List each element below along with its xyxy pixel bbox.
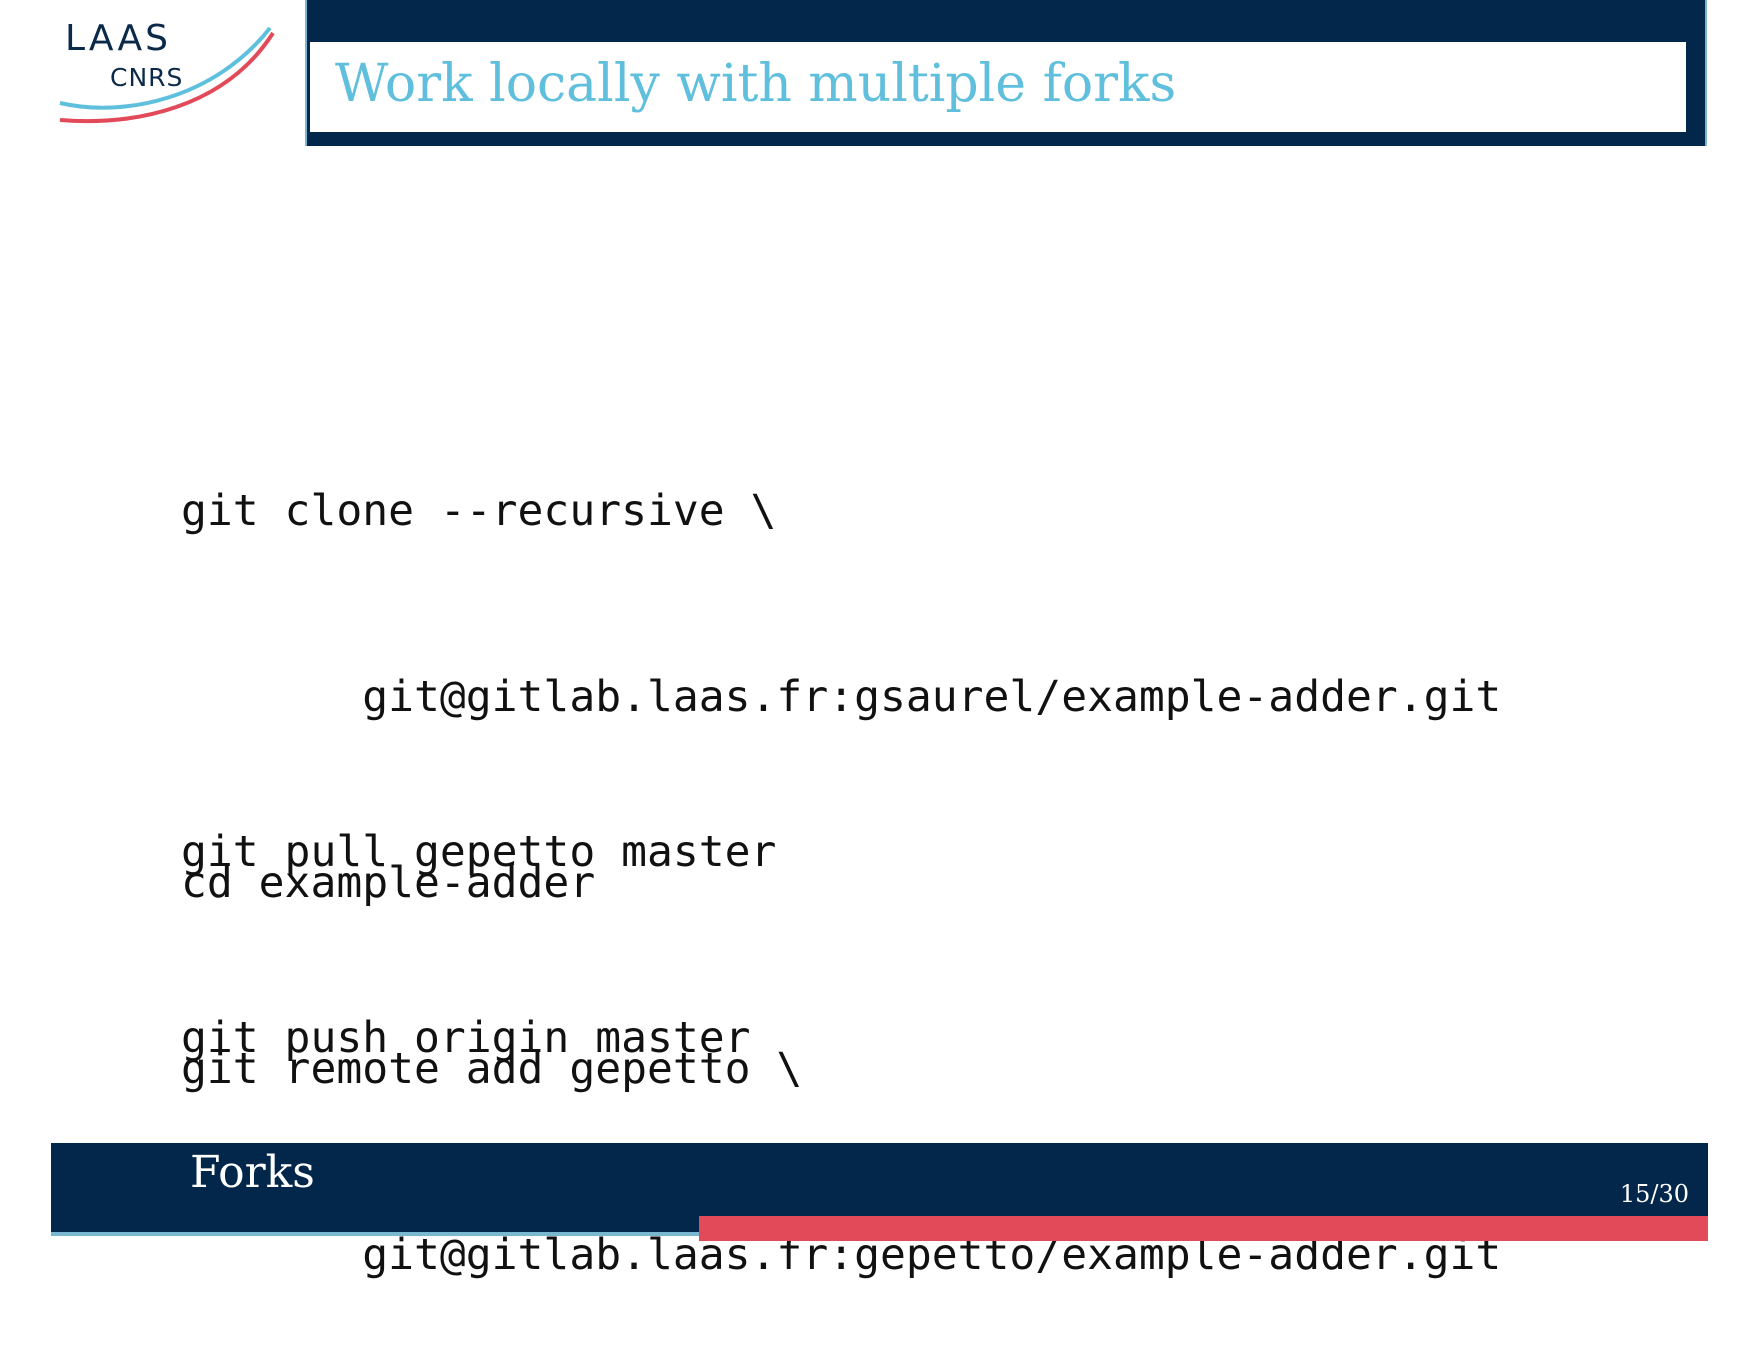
page-number: 15/30: [1619, 1180, 1689, 1208]
code-line: git push origin master: [181, 1013, 751, 1063]
slide-title: Work locally with multiple forks: [335, 54, 1177, 114]
logo-text-laas: LAAS: [65, 18, 171, 59]
code-line: git pull gepetto master: [181, 827, 777, 877]
footer-section-title: Forks: [190, 1147, 315, 1198]
footer-accent-red: [699, 1216, 1708, 1241]
code-block-sync: git pull gepetto master git push origin …: [181, 697, 776, 1131]
laas-cnrs-logo: LAAS CNRS: [55, 8, 275, 128]
footer-accent-line: [51, 1232, 699, 1236]
logo-text-cnrs: CNRS: [110, 63, 184, 92]
code-line: git clone --recursive \: [181, 486, 777, 536]
